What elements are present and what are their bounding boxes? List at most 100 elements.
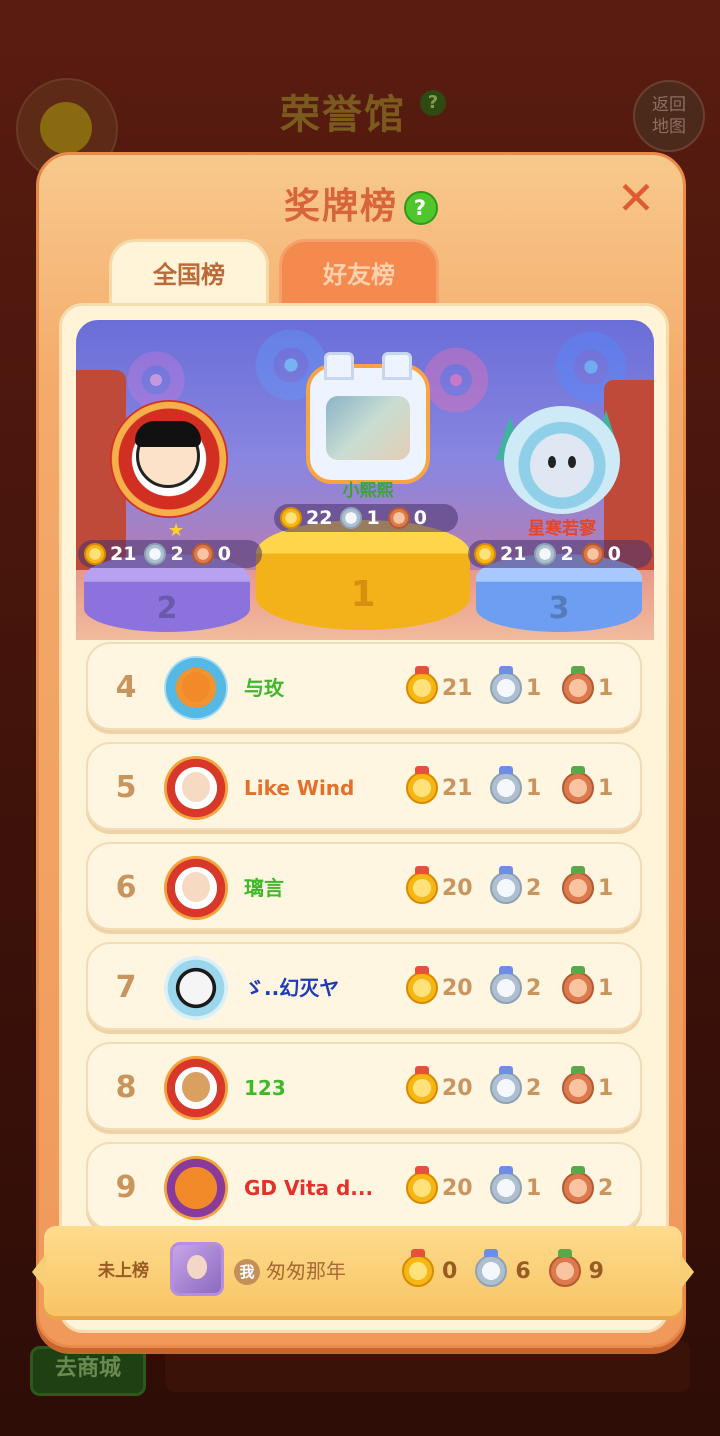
silver-medal-icon — [490, 766, 522, 804]
modal-title-wrap: 奖牌榜? — [39, 177, 683, 229]
silver-medal-icon — [475, 1249, 508, 1287]
first-place-medals: 22 1 0 — [274, 504, 458, 532]
silver-medal-icon — [340, 507, 363, 529]
silver-medal-icon — [490, 1166, 522, 1204]
avatar[interactable] — [164, 1156, 228, 1220]
frame-ear — [324, 352, 354, 380]
avatar[interactable] — [164, 756, 228, 820]
list-item[interactable]: 5 Like Wind 21 1 1 — [86, 742, 642, 830]
rank-status: 未上榜 — [98, 1261, 149, 1281]
bronze-medal-icon — [581, 543, 604, 565]
my-avatar[interactable] — [170, 1242, 224, 1296]
avatar[interactable] — [164, 956, 228, 1020]
rank-number: 9 — [115, 1170, 137, 1205]
bronze-medal-icon — [562, 1066, 594, 1104]
silver-medal-icon — [490, 966, 522, 1004]
rank-number: 6 — [115, 870, 137, 905]
tab-friends[interactable]: 好友榜 — [279, 239, 439, 307]
pedestal-first: 1 — [256, 520, 470, 630]
avatar-image — [182, 772, 210, 802]
third-place-medals: 21 2 0 — [468, 540, 652, 568]
bronze-medal-icon — [562, 866, 594, 904]
silver-medal-icon — [490, 1066, 522, 1104]
gold-medal-icon — [406, 966, 438, 1004]
my-ranking-row[interactable]: 未上榜 我 匆匆那年 0 6 9 — [32, 1226, 694, 1316]
gold-medal-icon — [406, 766, 438, 804]
bronze-medal-icon — [191, 543, 214, 565]
avatar-image — [135, 421, 201, 488]
first-place-name: 小熙熙 — [342, 481, 394, 501]
player-name: Like Wind — [244, 776, 355, 800]
bronze-medal-icon — [562, 766, 594, 804]
list-item[interactable]: 9 GD Vita d... 20 1 2 — [86, 1142, 642, 1230]
silver-medal-icon — [144, 543, 167, 565]
rank-number: 8 — [115, 1070, 137, 1105]
avatar-image — [187, 1255, 207, 1279]
avatar-image — [182, 1072, 210, 1102]
player-name: 与玫 — [244, 676, 284, 700]
medal-counts: 20 2 1 — [406, 1044, 634, 1132]
player-name: GD Vita d... — [244, 1176, 374, 1200]
bronze-medal-icon — [548, 1249, 581, 1287]
podium: 2 1 3 ★ 21 2 0 小熙熙 22 1 0 星寒若寥 21 2 0 — [76, 320, 654, 640]
avatar-eye — [548, 456, 556, 468]
list-item[interactable]: 6 璃言 20 2 1 — [86, 842, 642, 930]
rank-number: 5 — [115, 770, 137, 805]
medal-counts: 20 2 1 — [406, 844, 634, 932]
modal-title: 奖牌榜 — [283, 186, 398, 227]
avatar-eye — [568, 456, 576, 468]
list-item[interactable]: 8 123 20 2 1 — [86, 1042, 642, 1130]
tab-national[interactable]: 全国榜 — [109, 239, 269, 307]
go-shop-button: 去商城 — [30, 1346, 146, 1396]
bronze-medal-icon — [562, 666, 594, 704]
leaderboard-panel: 2 1 3 ★ 21 2 0 小熙熙 22 1 0 星寒若寥 21 2 0 4 … — [59, 303, 669, 1333]
medal-icon — [40, 102, 92, 154]
gold-medal-icon — [402, 1249, 434, 1287]
medal-counts: 21 1 1 — [406, 644, 634, 732]
silver-medal-icon — [534, 543, 557, 565]
rank-number: 4 — [115, 670, 137, 705]
medal-leaderboard-modal: 奖牌榜? ✕ 全国榜 好友榜 2 1 3 ★ 21 2 0 小熙熙 22 1 0… — [36, 152, 686, 1348]
third-place-name: 星寒若寥 — [528, 519, 596, 539]
player-name: 123 — [244, 1076, 286, 1100]
avatar[interactable] — [164, 1056, 228, 1120]
avatar-image — [326, 396, 410, 460]
me-badge: 我 — [234, 1259, 260, 1285]
second-place-medals: 21 2 0 — [78, 540, 262, 568]
avatar[interactable] — [164, 856, 228, 920]
my-name: 匆匆那年 — [266, 1259, 346, 1283]
medal-counts: 21 1 1 — [406, 744, 634, 832]
gold-medal-icon — [474, 543, 496, 565]
gold-medal-icon — [280, 507, 302, 529]
gold-medal-icon — [406, 1166, 438, 1204]
gold-medal-icon — [84, 543, 106, 565]
avatar-image — [182, 672, 210, 702]
player-name: ゞ..幻灭ヤ — [244, 976, 340, 1000]
list-item[interactable]: 4 与玫 21 1 1 — [86, 642, 642, 730]
rank-number: 7 — [115, 970, 137, 1005]
bronze-medal-icon — [387, 507, 410, 529]
medal-counts: 20 2 1 — [406, 944, 634, 1032]
star-icon: ★ — [168, 520, 185, 541]
third-place-avatar[interactable] — [504, 406, 620, 514]
bronze-medal-icon — [562, 966, 594, 1004]
frame-ear — [382, 352, 412, 380]
list-item[interactable]: 7 ゞ..幻灭ヤ 20 2 1 — [86, 942, 642, 1030]
help-icon: ? — [420, 90, 446, 116]
silver-medal-icon — [490, 666, 522, 704]
help-icon[interactable]: ? — [404, 191, 438, 225]
bronze-medal-icon — [562, 1166, 594, 1204]
medal-counts: 20 1 2 — [406, 1144, 634, 1232]
gold-medal-icon — [406, 1066, 438, 1104]
my-medal-counts: 0 6 9 — [402, 1226, 622, 1316]
hall-title: 荣誉馆 — [280, 92, 406, 138]
avatar[interactable] — [164, 656, 228, 720]
silver-medal-icon — [490, 866, 522, 904]
gold-medal-icon — [406, 866, 438, 904]
second-place-avatar[interactable] — [110, 400, 228, 518]
avatar-image — [182, 872, 210, 902]
first-place-avatar[interactable] — [306, 352, 430, 484]
back-to-map-button: 返回 地图 — [633, 80, 705, 152]
close-button[interactable]: ✕ — [613, 175, 659, 221]
player-name: 璃言 — [244, 876, 284, 900]
